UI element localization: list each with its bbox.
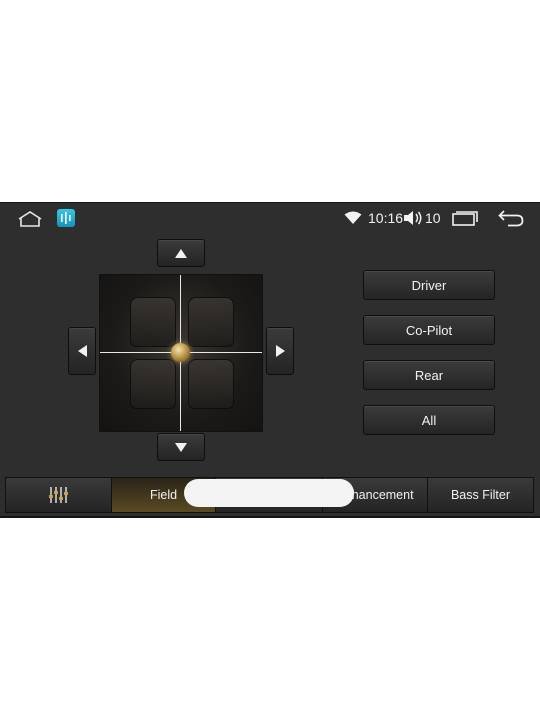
home-icon[interactable]	[18, 211, 42, 227]
arrow-right-icon	[275, 345, 285, 357]
seat-rear-left	[130, 359, 176, 409]
move-left-button[interactable]	[68, 327, 96, 375]
preset-all-button[interactable]: All	[363, 405, 495, 435]
preset-co-pilot-button[interactable]: Co-Pilot	[363, 315, 495, 345]
status-bar: 10:16 10	[0, 203, 540, 233]
equalizer-app-icon[interactable]	[57, 209, 75, 227]
back-icon[interactable]	[498, 209, 524, 227]
volume-level: 10	[425, 210, 441, 226]
tab-bass-filter[interactable]: Bass Filter	[428, 478, 533, 512]
wifi-icon	[344, 211, 362, 224]
redaction-overlay	[184, 479, 354, 507]
preset-rear-button[interactable]: Rear	[363, 360, 495, 390]
arrow-left-icon	[77, 345, 87, 357]
sound-field-pad[interactable]	[99, 274, 263, 432]
seat-rear-right	[188, 359, 234, 409]
move-up-button[interactable]	[157, 239, 205, 267]
recents-icon[interactable]	[452, 211, 478, 226]
arrow-up-icon	[175, 248, 187, 258]
arrow-down-icon	[175, 442, 187, 452]
volume-icon[interactable]	[403, 210, 423, 226]
equalizer-sliders-icon	[48, 487, 68, 503]
balance-knob[interactable]	[171, 343, 190, 362]
head-unit-screen: 10:16 10 Driver Co-Pilot Rear All Field …	[0, 202, 540, 518]
preset-driver-button[interactable]: Driver	[363, 270, 495, 300]
tab-equalizer[interactable]	[6, 478, 112, 512]
move-down-button[interactable]	[157, 433, 205, 461]
move-right-button[interactable]	[266, 327, 294, 375]
status-clock: 10:16	[368, 210, 404, 226]
seat-front-right	[188, 297, 234, 347]
seat-front-left	[130, 297, 176, 347]
